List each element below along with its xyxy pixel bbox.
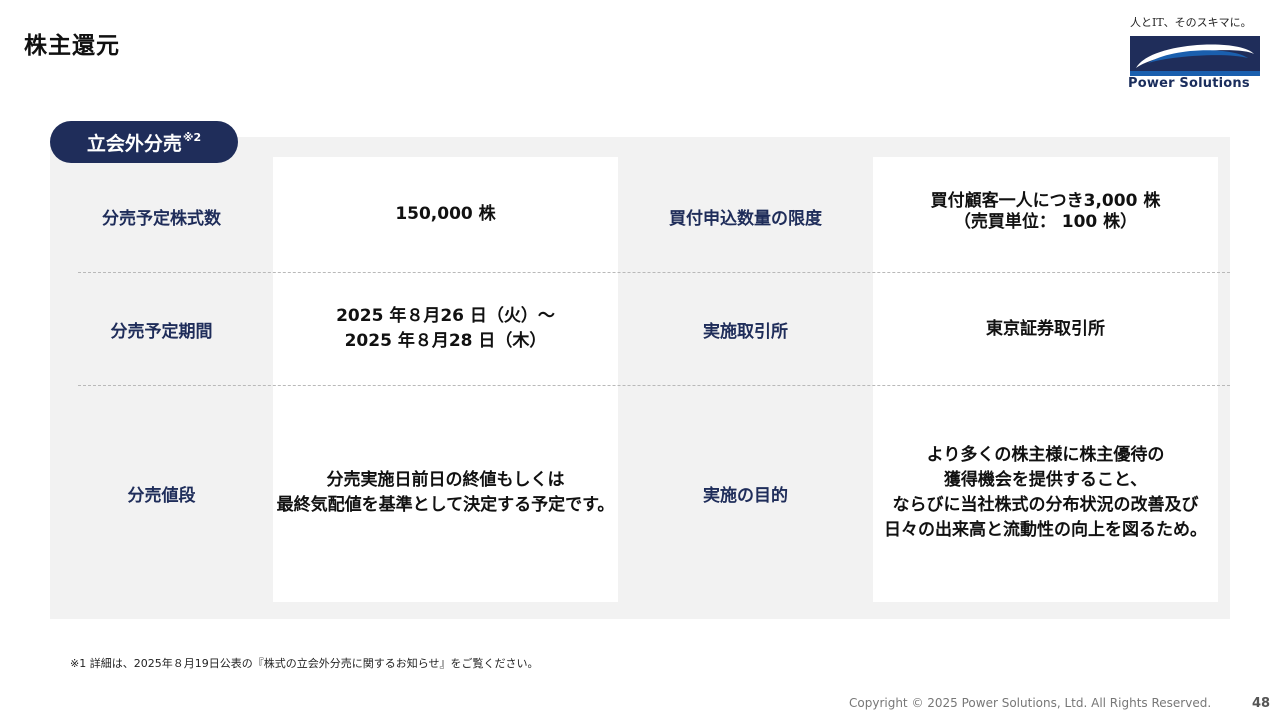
label-purchase-limit: 買付申込数量の限度 — [669, 208, 822, 229]
page-title: 株主還元 — [24, 33, 120, 59]
value-line: より多くの株主様に株主優待の — [926, 445, 1165, 465]
value-line: 買付顧客一人につき3,000 株 — [930, 191, 1161, 211]
label-shares-count: 分売予定株式数 — [102, 208, 221, 229]
value-line: ならびに当社株式の分布状況の改善及び — [892, 495, 1199, 515]
value-shares-count: 150,000 株 — [273, 160, 618, 272]
value-line: 150,000 株 — [395, 203, 496, 224]
value-purpose: より多くの株主様に株主優待の 獲得機会を提供すること、 ならびに当社株式の分布状… — [873, 386, 1218, 600]
logo-mark-icon — [1130, 36, 1260, 76]
value-line: 日々の出来高と流動性の向上を図るため。 — [884, 520, 1207, 540]
value-line: 分売実施日前日の終値もしくは — [326, 470, 565, 490]
section-title: 立会外分売 — [86, 132, 182, 155]
section-badge: 立会外分売 ※2 — [50, 121, 238, 163]
value-purchase-limit: 買付顧客一人につき3,000 株 （売買単位： 100 株） — [873, 160, 1218, 272]
footnote: ※1 詳細は、2025年８月19日公表の『株式の立会外分売に関するお知らせ』をご… — [70, 657, 539, 670]
logo-name: Power Solutions — [1128, 76, 1250, 91]
company-logo: 人とIT、そのスキマに。 Power Solutions — [1126, 14, 1262, 94]
value-offering-period: 2025 年８月26 日（火）～ 2025 年８月28 日（木） — [273, 273, 618, 385]
value-line: 最終気配値を基準として決定する予定です。 — [276, 495, 615, 515]
page-number: 48 — [1252, 696, 1271, 711]
value-exchange: 東京証券取引所 — [873, 273, 1218, 385]
value-line: 2025 年８月26 日（火）～ — [336, 306, 555, 326]
copyright: Copyright © 2025 Power Solutions, Ltd. A… — [849, 696, 1212, 710]
label-offering-price: 分売値段 — [127, 485, 196, 506]
label-offering-period: 分売予定期間 — [110, 321, 213, 342]
value-line: 2025 年８月28 日（木） — [344, 331, 547, 351]
label-purpose: 実施の目的 — [703, 485, 788, 506]
logo-tagline: 人とIT、そのスキマに。 — [1130, 16, 1252, 29]
value-line: 獲得機会を提供すること、 — [943, 470, 1148, 490]
section-note-mark: ※2 — [182, 130, 202, 144]
value-line: 東京証券取引所 — [986, 318, 1105, 339]
label-exchange: 実施取引所 — [703, 321, 788, 342]
value-line: （売買単位： 100 株） — [953, 212, 1138, 232]
value-offering-price: 分売実施日前日の終値もしくは 最終気配値を基準として決定する予定です。 — [273, 386, 618, 600]
